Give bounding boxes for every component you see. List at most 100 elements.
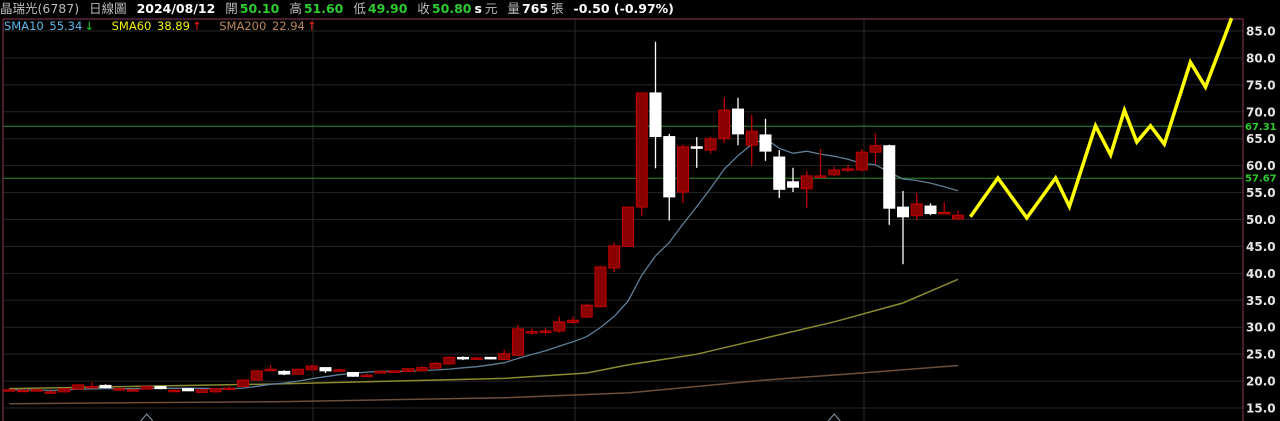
candle-body	[195, 389, 208, 393]
candle-body	[140, 385, 153, 390]
sma10-label: SMA10	[4, 19, 44, 33]
candle-body	[897, 206, 909, 218]
candle	[388, 370, 401, 374]
candle-body	[745, 130, 758, 146]
candle	[305, 364, 318, 371]
candle	[635, 92, 648, 217]
y-tick-label: 55.0	[1246, 186, 1276, 200]
sma60-value: 38.89	[157, 19, 190, 33]
candle	[470, 356, 483, 361]
candle	[30, 388, 43, 392]
candle-body	[209, 388, 222, 393]
event-marker-icon	[140, 413, 154, 421]
candle-body	[539, 330, 552, 334]
candle-body	[663, 136, 676, 198]
candle-body	[952, 214, 964, 220]
candle-body	[44, 391, 57, 394]
candle-body	[842, 168, 854, 171]
candle-body	[800, 175, 813, 190]
candle-body	[759, 134, 772, 152]
y-tick-label: 35.0	[1246, 294, 1276, 308]
candle	[649, 41, 662, 169]
candle-body	[649, 92, 662, 138]
candle	[99, 384, 112, 389]
candle-body	[223, 387, 236, 391]
candle-body	[814, 175, 827, 178]
candle-body	[869, 145, 882, 153]
reference-line-label: 57.67	[1245, 174, 1277, 185]
y-tick-label: 80.0	[1246, 51, 1276, 65]
candle-body	[567, 319, 579, 323]
candle	[429, 361, 442, 369]
candle-body	[85, 385, 98, 389]
sma60-arrow-icon: ↑	[191, 19, 202, 33]
candle	[787, 167, 799, 193]
forecast-line	[968, 17, 1234, 221]
candle	[250, 370, 263, 381]
candle-body	[635, 92, 648, 208]
candle-body	[484, 356, 497, 360]
candle	[594, 265, 607, 308]
candle	[374, 370, 387, 374]
y-tick-label: 75.0	[1246, 78, 1276, 92]
sma200-label: SMA200	[219, 19, 267, 33]
candle	[415, 366, 428, 372]
sma60-line	[9, 278, 959, 390]
candle	[759, 118, 772, 161]
candle-body	[429, 362, 442, 369]
sma200-line	[9, 364, 959, 405]
candle-body	[113, 388, 126, 391]
event-marker-icon	[827, 413, 841, 421]
candle-body	[622, 206, 634, 247]
candle	[525, 328, 538, 335]
candle	[512, 325, 524, 357]
candle	[113, 387, 126, 391]
candle-body	[402, 368, 414, 372]
candle-body	[360, 374, 373, 378]
candle-body	[292, 368, 304, 375]
candle-body	[182, 388, 194, 392]
candle	[800, 171, 813, 209]
sma200-arrow-icon: ↑	[306, 19, 317, 33]
candle-body	[17, 389, 29, 393]
candle-body	[154, 385, 167, 390]
y-tick-label: 20.0	[1246, 375, 1276, 389]
candle-body	[910, 203, 923, 217]
candle	[910, 193, 923, 221]
candle	[677, 144, 689, 204]
candle-body	[732, 108, 744, 135]
sma10-arrow-icon: ↓	[84, 19, 94, 33]
candle	[347, 371, 359, 377]
candle-body	[718, 109, 731, 140]
candle-body	[305, 365, 318, 371]
candle-body	[168, 389, 181, 393]
candle-body	[787, 181, 799, 188]
candle-body	[443, 356, 456, 365]
candle-body	[512, 328, 524, 356]
candle-body	[415, 367, 428, 372]
sma200-value: 22.94	[271, 19, 305, 33]
candle	[85, 382, 98, 389]
candle	[333, 368, 346, 372]
candle-body	[677, 146, 689, 193]
candle	[828, 166, 841, 176]
candle-body	[525, 331, 538, 334]
candle	[883, 144, 896, 225]
candlestick-chart[interactable]: 15.0 20.0 25.0 30.0 35.0 40.0 45.0 50.0 55.0 60.0…	[0, 0, 1280, 421]
candle	[690, 137, 703, 168]
candle	[237, 379, 249, 388]
sma10-value: 55.34	[49, 19, 83, 33]
candle	[897, 190, 909, 265]
candle	[567, 316, 579, 324]
candle	[732, 97, 744, 146]
candle	[264, 364, 277, 372]
candle	[484, 356, 497, 360]
candle	[869, 133, 882, 165]
candle	[580, 303, 593, 319]
candle	[539, 327, 552, 335]
candle	[842, 165, 854, 173]
candle-body	[58, 388, 71, 393]
candle-body	[388, 370, 401, 373]
candle-body	[828, 169, 841, 176]
candle-body	[457, 356, 469, 360]
